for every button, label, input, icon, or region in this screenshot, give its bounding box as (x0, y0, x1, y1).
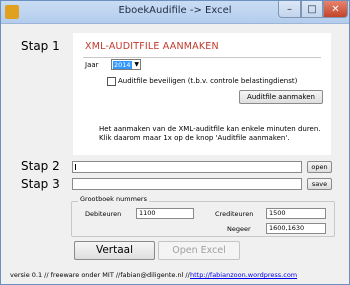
debiteuren-input[interactable]: 1100 (136, 208, 194, 219)
negeer-input[interactable]: 1600,1630 (266, 223, 326, 234)
open-excel-button[interactable]: Open Excel (158, 241, 240, 260)
year-label: Jaar (85, 61, 99, 69)
title-bar: EboekAudifile -> Excel – □ ✕ (1, 1, 349, 24)
crediteuren-label: Crediteuren (215, 210, 254, 218)
close-button[interactable]: ✕ (323, 1, 348, 18)
secure-auditfile-label: Auditfile beveiligen (t.b.v. controle be… (118, 77, 298, 85)
chevron-down-icon: ▼ (134, 61, 139, 68)
save-file-input[interactable] (72, 178, 302, 190)
negeer-label: Negeer (227, 225, 251, 233)
step2-label: Stap 2 (21, 159, 60, 173)
save-button[interactable]: save (307, 178, 332, 190)
maximize-button[interactable]: □ (301, 1, 323, 18)
year-value: 2014 (113, 61, 132, 69)
panel-divider (83, 57, 321, 58)
note-line-2: Klik daarom maar 1x op de knop 'Auditfil… (99, 134, 290, 142)
vertaal-button[interactable]: Vertaal (74, 241, 155, 260)
step1-label: Stap 1 (21, 39, 60, 53)
grootboek-title: Grootboek nummers (78, 195, 149, 203)
panel-title: XML-AUDITFILE AANMAKEN (85, 41, 219, 52)
minimize-button[interactable]: – (278, 1, 301, 18)
step3-label: Stap 3 (21, 177, 60, 191)
xml-auditfile-panel: XML-AUDITFILE AANMAKEN Jaar 2014 ▼ Audit… (73, 33, 331, 155)
open-file-input[interactable] (72, 161, 302, 173)
note-line-1: Het aanmaken van de XML-auditfile kan en… (99, 125, 321, 133)
crediteuren-input[interactable]: 1500 (266, 208, 326, 219)
debiteuren-label: Debiteuren (85, 210, 122, 218)
year-select[interactable]: 2014 ▼ (111, 59, 141, 70)
secure-auditfile-checkbox[interactable] (107, 77, 116, 86)
website-link[interactable]: http://fabianzoon.wordpress.com (190, 271, 297, 279)
create-auditfile-button[interactable]: Auditfile aanmaken (239, 90, 323, 104)
text-caret (75, 164, 76, 170)
app-window: EboekAudifile -> Excel – □ ✕ Stap 1 XML-… (0, 0, 350, 285)
footer-credits: versie 0.1 // freeware onder MIT //fabia… (10, 271, 190, 279)
open-button[interactable]: open (307, 161, 332, 173)
